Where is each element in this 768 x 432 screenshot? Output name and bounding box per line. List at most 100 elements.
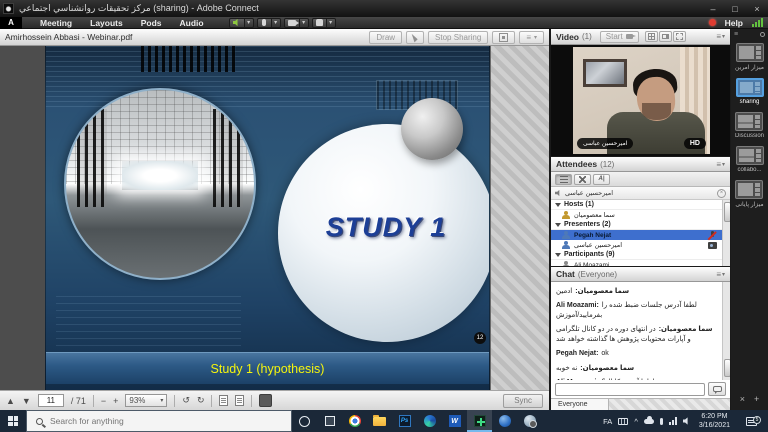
zoom-level-select[interactable]: 93%▾: [125, 394, 167, 407]
rotate-left-button[interactable]: ↺: [182, 395, 190, 406]
hidden-icons-chevron[interactable]: ^: [634, 417, 638, 426]
zoom-out-button[interactable]: −: [101, 396, 106, 406]
delete-layout-icon[interactable]: ×: [740, 394, 745, 404]
breakout-view-button[interactable]: [574, 174, 591, 185]
signal-strength-icon[interactable]: [752, 18, 763, 27]
photoshop-button[interactable]: Ps: [392, 410, 417, 432]
volume-icon[interactable]: [683, 417, 690, 425]
attendee-row[interactable]: امیرحسین عباسی: [551, 240, 722, 250]
fit-page-icon[interactable]: [235, 395, 244, 406]
action-center-button[interactable]: 5: [739, 417, 763, 426]
maximize-icon[interactable]: □: [724, 0, 746, 17]
onedrive-icon[interactable]: [644, 419, 654, 424]
menu-layouts[interactable]: Layouts: [81, 18, 132, 28]
layout-item-discussion[interactable]: Discussion: [735, 112, 764, 139]
layout-item-collaboration[interactable]: collabo...: [736, 146, 764, 173]
chat-message: سما معصومیان:در انتهای دوره در دو کانال …: [556, 325, 717, 345]
sync-button[interactable]: Sync: [503, 394, 543, 408]
speaker-button[interactable]: [229, 18, 245, 28]
language-indicator[interactable]: FA: [603, 417, 612, 426]
speaker-caret-icon[interactable]: ▾: [245, 18, 254, 28]
dismiss-icon[interactable]: ×: [717, 189, 726, 198]
cortana-button[interactable]: [292, 410, 317, 432]
page-down-button[interactable]: ▼: [22, 396, 31, 406]
chat-message: سما معصومیان:نه خوبه: [556, 364, 717, 374]
menu-help[interactable]: Help: [725, 18, 743, 28]
attendee-row-selected[interactable]: Pegah Nejat: [551, 230, 722, 240]
group-hosts[interactable]: Hosts (1): [551, 200, 722, 210]
menu-meeting[interactable]: Meeting: [31, 18, 81, 28]
microphone-button[interactable]: [257, 18, 272, 28]
sphere-graphic: [401, 98, 463, 160]
chat-pod-menu[interactable]: ≡▾: [716, 270, 725, 279]
filmstrip-view-icon[interactable]: [659, 31, 672, 42]
share-pod-menu[interactable]: ≡▾: [519, 31, 544, 44]
raise-hand-caret-icon[interactable]: ▾: [327, 18, 336, 28]
draw-button[interactable]: Draw: [369, 31, 402, 44]
menu-audio[interactable]: Audio: [171, 18, 213, 28]
edge-icon: [424, 415, 436, 427]
zoom-in-button[interactable]: +: [113, 396, 118, 406]
microphone-caret-icon[interactable]: ▾: [272, 18, 281, 28]
pin-icon[interactable]: [760, 32, 765, 37]
status-view-button[interactable]: [555, 174, 572, 185]
close-icon[interactable]: ×: [746, 0, 768, 17]
adobe-connect-taskbar-button[interactable]: [467, 410, 492, 432]
file-explorer-button[interactable]: [367, 410, 392, 432]
av-controls: ▾ ▾ ▾ ▾: [229, 18, 336, 28]
layouts-menu-icon[interactable]: ≡: [734, 31, 738, 38]
layout-item-sharing[interactable]: sharing: [736, 78, 764, 105]
app-button[interactable]: [517, 410, 542, 432]
chat-message-input[interactable]: [555, 383, 705, 396]
attendee-row[interactable]: سما معصومیان: [551, 210, 722, 220]
stop-sharing-button[interactable]: Stop Sharing: [428, 31, 488, 44]
attendee-status-button[interactable]: A|: [593, 174, 610, 185]
layout-item[interactable]: میزار آمرین: [735, 43, 764, 71]
attendees-toolbar: A|: [551, 172, 730, 187]
rotate-right-button[interactable]: ↻: [197, 395, 205, 406]
grid-view-icon[interactable]: [645, 31, 658, 42]
edge-button[interactable]: [417, 410, 442, 432]
chat-send-button[interactable]: [708, 382, 726, 396]
network-icon[interactable]: [669, 417, 677, 425]
video-area: امیرحسین عباسی HD: [551, 45, 730, 156]
raise-hand-button[interactable]: [312, 18, 327, 28]
add-layout-icon[interactable]: +: [754, 394, 759, 404]
taskbar-search[interactable]: [26, 410, 292, 432]
slide[interactable]: STUDY 1 Study 1 (hypothesis) 12: [45, 46, 490, 390]
group-presenters[interactable]: Presenters (2): [551, 220, 722, 230]
group-participants[interactable]: Participants (9): [551, 250, 722, 260]
video-pod-menu[interactable]: ≡▾: [716, 32, 725, 41]
microphone-tray-icon[interactable]: [660, 418, 663, 425]
layout-item[interactable]: میزار پایانی: [735, 180, 763, 208]
webcam-caret-icon[interactable]: ▾: [300, 18, 309, 28]
pan-tool-icon[interactable]: [259, 394, 272, 407]
attendee-row[interactable]: Ali Moazami: [551, 260, 722, 266]
attendees-scrollbar[interactable]: [722, 200, 730, 266]
word-button[interactable]: W: [442, 410, 467, 432]
chrome-button[interactable]: [342, 410, 367, 432]
expand-view-icon[interactable]: [673, 31, 686, 42]
taskbar-clock[interactable]: 6:20 PM 3/16/2021: [696, 412, 733, 431]
task-view-button[interactable]: [317, 410, 342, 432]
menu-pods[interactable]: Pods: [132, 18, 171, 28]
active-speaker-icon: [555, 190, 562, 197]
webcam-button[interactable]: [284, 18, 300, 28]
tab-everyone[interactable]: Everyone: [551, 399, 609, 410]
empty-canvas-stripes: [490, 46, 549, 390]
keyboard-icon[interactable]: [618, 418, 628, 425]
menu-bar-right: Help: [709, 18, 768, 28]
start-webcam-button[interactable]: Start: [600, 31, 639, 43]
app-button[interactable]: [492, 410, 517, 432]
search-input[interactable]: [50, 416, 282, 426]
pointer-button[interactable]: [406, 31, 424, 44]
minimize-icon[interactable]: –: [702, 0, 724, 17]
webcam-feed[interactable]: امیرحسین عباسی HD: [573, 47, 710, 154]
page-up-button[interactable]: ▲: [6, 396, 15, 406]
fit-width-icon[interactable]: [219, 395, 228, 406]
page-number-input[interactable]: [38, 394, 64, 407]
fullscreen-button[interactable]: [492, 31, 515, 44]
chat-scrollbar[interactable]: [722, 282, 730, 380]
attendees-pod-menu[interactable]: ≡▾: [716, 160, 725, 169]
start-button[interactable]: [0, 410, 26, 432]
